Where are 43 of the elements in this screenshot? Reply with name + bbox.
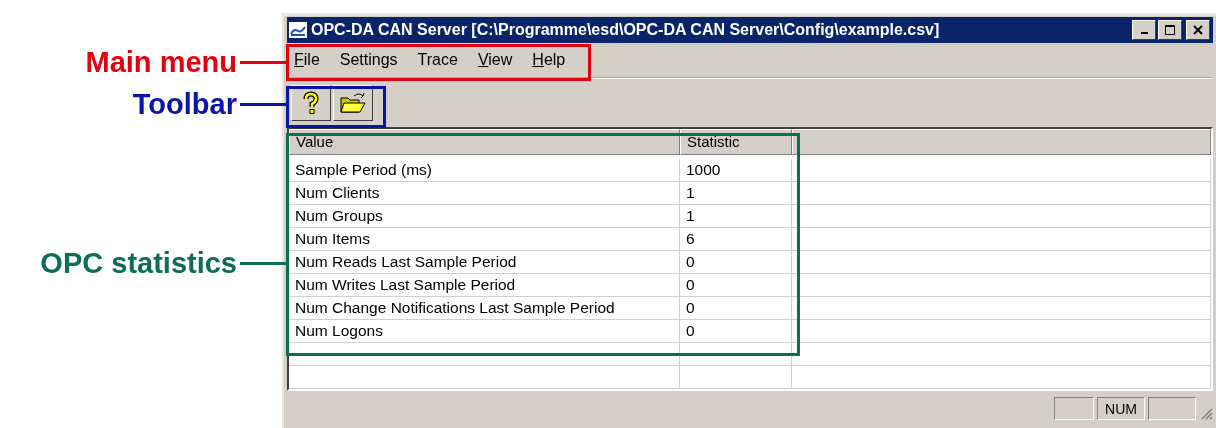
menu-item[interactable]: Help [532, 51, 566, 69]
leader-line [240, 102, 286, 106]
table-cell: Num Groups [289, 205, 680, 228]
app-icon [289, 22, 307, 38]
table-cell: 0 [680, 274, 792, 297]
table-cell: 6 [680, 228, 792, 251]
table-cell: Num Writes Last Sample Period [289, 274, 680, 297]
question-mark-icon [301, 91, 321, 115]
close-button[interactable] [1186, 20, 1210, 40]
leader-line [240, 60, 286, 64]
table-cell: 0 [680, 251, 792, 274]
resize-grip-icon [1199, 406, 1213, 420]
leader-line [240, 261, 286, 265]
table-cell: 1000 [680, 159, 792, 182]
table-cell: Num Reads Last Sample Period [289, 251, 680, 274]
table-cell: Num Logons [289, 320, 680, 343]
close-icon [1193, 25, 1203, 35]
table-cell: Num Clients [289, 182, 680, 205]
menu-item[interactable]: Settings [339, 51, 398, 69]
menu-item[interactable]: Trace [417, 51, 458, 69]
callout-label: Main menu [85, 45, 237, 79]
open-button[interactable] [333, 85, 373, 121]
help-button[interactable] [291, 85, 331, 121]
table-cell: Sample Period (ms) [289, 159, 680, 182]
table-cell: Num Items [289, 228, 680, 251]
callout-label: Toolbar [132, 87, 237, 121]
folder-icon [340, 92, 366, 114]
status-pane [1054, 397, 1094, 420]
minimize-icon [1140, 32, 1148, 34]
callout-label: OPC statistics [40, 246, 237, 280]
menu-item[interactable]: File [294, 51, 320, 69]
minimize-button[interactable] [1132, 20, 1156, 40]
table-cell: 0 [680, 297, 792, 320]
status-pane [1148, 397, 1196, 420]
table-cell: 1 [680, 205, 792, 228]
table-cell: Num Change Notifications Last Sample Period [289, 297, 680, 320]
window-title: OPC-DA CAN Server [C:\Programme\esd\OPC-DA CAN Server\Config\example.csv] [311, 21, 941, 39]
table-cell: 1 [680, 182, 792, 205]
maximize-button[interactable] [1158, 20, 1182, 40]
menu-item[interactable]: View [477, 51, 513, 69]
table-cell: 0 [680, 320, 792, 343]
maximize-icon [1165, 25, 1175, 35]
status-indicator: NUM [1097, 397, 1145, 420]
